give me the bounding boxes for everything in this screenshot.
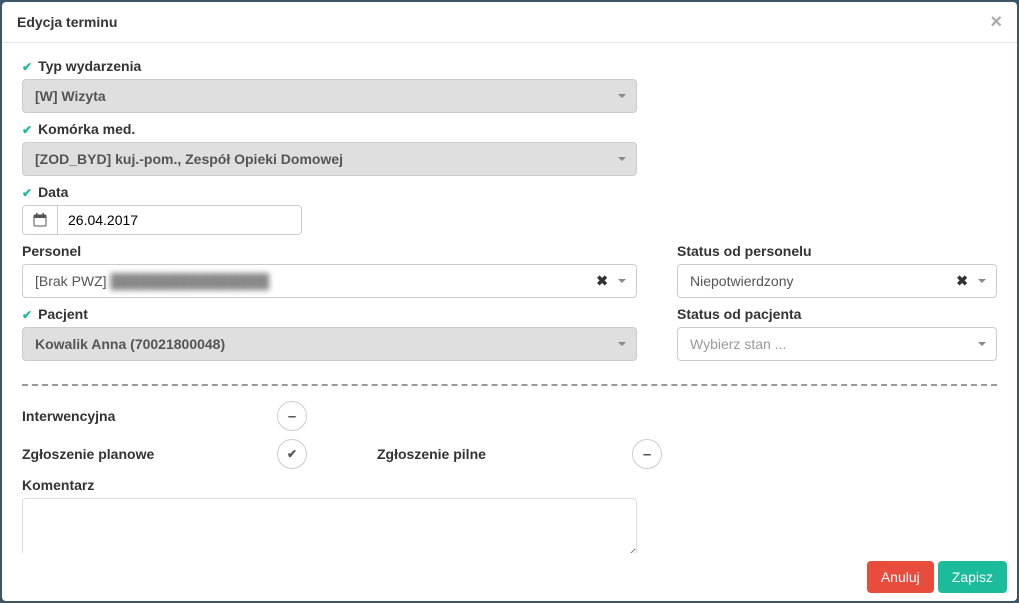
status-personnel-group: Status od personelu Niepotwierdzony ✖	[677, 243, 997, 298]
chevron-down-icon	[978, 279, 986, 283]
status-personnel-select[interactable]: Niepotwierdzony ✖	[677, 264, 997, 298]
status-personnel-label: Status od personelu	[677, 243, 997, 259]
chevron-down-icon	[978, 342, 986, 346]
date-input[interactable]	[58, 206, 301, 234]
date-label: Data	[22, 184, 997, 200]
intervention-label: Interwencyjna	[22, 408, 277, 424]
comment-group: Komentarz	[22, 477, 997, 553]
event-type-select[interactable]: [W] Wizyta	[22, 79, 637, 113]
status-patient-select[interactable]: Wybierz stan ...	[677, 327, 997, 361]
report-row: Zgłoszenie planowe Zgłoszenie pilne	[22, 439, 997, 469]
modal-body: Typ wydarzenia [W] Wizyta Komórka med. […	[2, 43, 1017, 553]
save-button[interactable]: Zapisz	[938, 561, 1007, 593]
intervention-toggle[interactable]	[277, 401, 307, 431]
check-icon	[22, 121, 32, 137]
urgent-report-toggle[interactable]	[632, 439, 662, 469]
patient-label: Pacjent	[22, 306, 637, 322]
personnel-group: Personel [Brak PWZ] ████████████████ ✖	[22, 243, 637, 298]
edit-appointment-modal: Edycja terminu × Typ wydarzenia [W] Wizy…	[2, 2, 1017, 601]
close-icon[interactable]: ×	[990, 12, 1002, 32]
intervention-row: Interwencyjna	[22, 401, 997, 431]
date-input-wrapper	[22, 205, 302, 235]
clear-icon[interactable]: ✖	[956, 273, 968, 290]
check-icon	[22, 184, 32, 200]
calendar-icon[interactable]	[23, 206, 58, 234]
section-divider	[22, 384, 997, 386]
chevron-down-icon	[618, 157, 626, 161]
chevron-down-icon	[618, 94, 626, 98]
chevron-down-icon	[618, 342, 626, 346]
modal-footer: Anuluj Zapisz	[2, 553, 1017, 601]
modal-header: Edycja terminu ×	[2, 2, 1017, 43]
patient-group: Pacjent Kowalik Anna (70021800048)	[22, 306, 637, 361]
med-cell-label: Komórka med.	[22, 121, 997, 137]
personnel-select[interactable]: [Brak PWZ] ████████████████ ✖	[22, 264, 637, 298]
cancel-button[interactable]: Anuluj	[867, 561, 934, 593]
modal-title: Edycja terminu	[17, 14, 117, 30]
date-group: Data	[22, 184, 997, 235]
planned-report-toggle[interactable]	[277, 439, 307, 469]
planned-report-label: Zgłoszenie planowe	[22, 446, 277, 462]
event-type-label: Typ wydarzenia	[22, 58, 997, 74]
status-patient-group: Status od pacjenta Wybierz stan ...	[677, 306, 997, 361]
chevron-down-icon	[618, 279, 626, 283]
check-icon	[22, 58, 32, 74]
check-icon	[22, 306, 32, 322]
status-patient-label: Status od pacjenta	[677, 306, 997, 322]
med-cell-select[interactable]: [ZOD_BYD] kuj.-pom., Zespół Opieki Domow…	[22, 142, 637, 176]
event-type-group: Typ wydarzenia [W] Wizyta	[22, 58, 997, 113]
comment-label: Komentarz	[22, 477, 997, 493]
urgent-report-label: Zgłoszenie pilne	[377, 446, 632, 462]
med-cell-group: Komórka med. [ZOD_BYD] kuj.-pom., Zespół…	[22, 121, 997, 176]
clear-icon[interactable]: ✖	[596, 273, 608, 290]
personnel-label: Personel	[22, 243, 637, 259]
comment-textarea[interactable]	[22, 498, 637, 553]
patient-select[interactable]: Kowalik Anna (70021800048)	[22, 327, 637, 361]
